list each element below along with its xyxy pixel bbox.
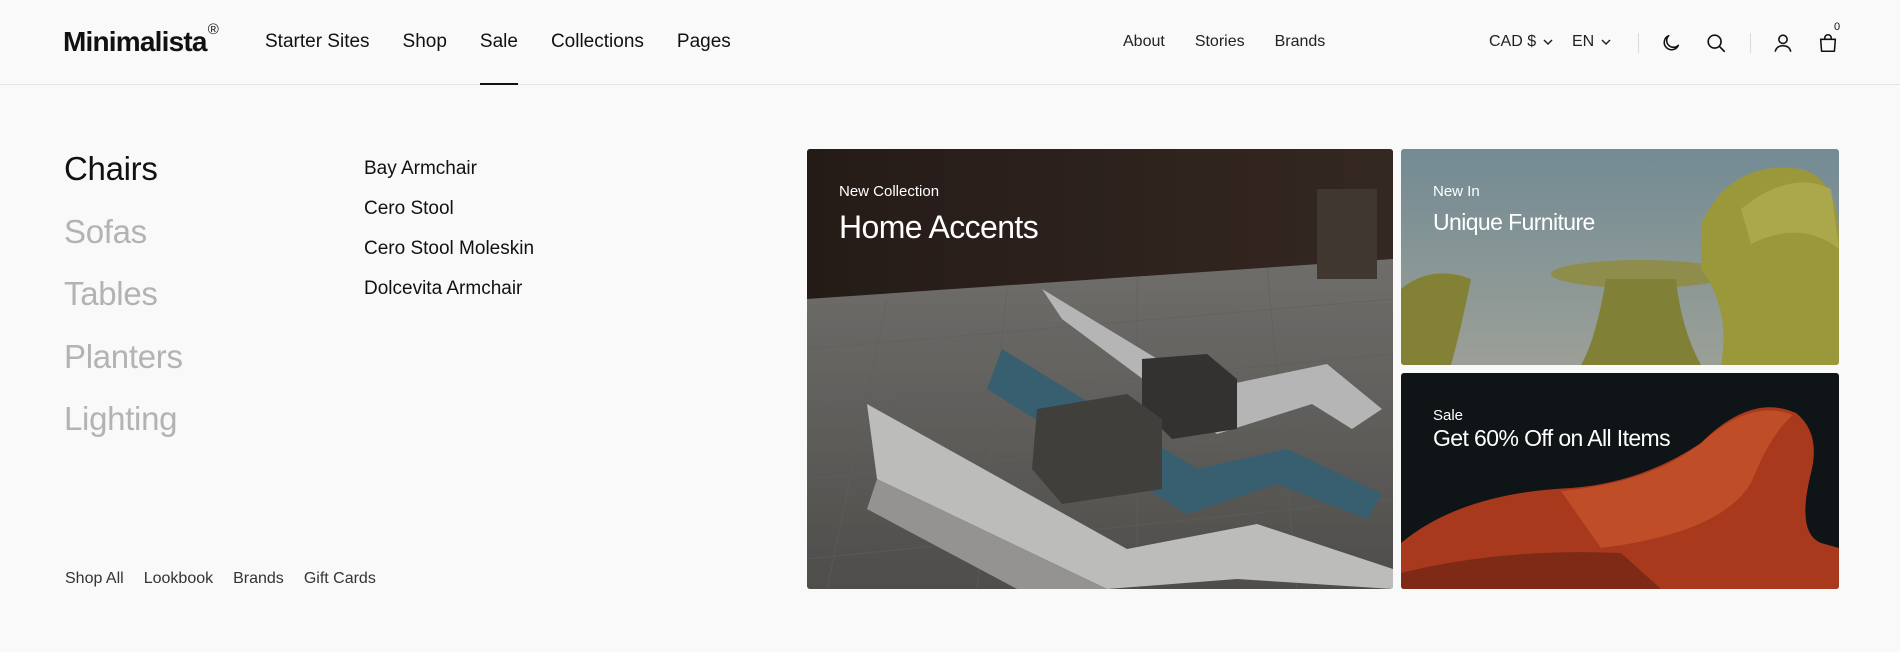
link-gift-cards[interactable]: Gift Cards	[304, 570, 376, 588]
site-header: Minimalista® Starter Sites Shop Sale Col…	[0, 0, 1900, 85]
product-link[interactable]: Dolcevita Armchair	[364, 278, 534, 318]
nav-about[interactable]: About	[1123, 33, 1165, 51]
menu-footer-links: Shop All Lookbook Brands Gift Cards	[65, 570, 376, 588]
category-chairs[interactable]: Chairs	[64, 150, 183, 213]
product-link[interactable]: Cero Stool	[364, 198, 534, 238]
product-link[interactable]: Cero Stool Moleskin	[364, 238, 534, 278]
account-icon[interactable]	[1772, 32, 1794, 54]
nav-pages[interactable]: Pages	[677, 31, 731, 85]
nav-brands[interactable]: Brands	[1275, 33, 1326, 51]
promo-image-olive-chairs	[1401, 149, 1839, 365]
promo-card-unique-furniture[interactable]: New In Unique Furniture	[1401, 149, 1839, 365]
nav-starter-sites[interactable]: Starter Sites	[265, 31, 370, 85]
cart-bag-icon[interactable]	[1817, 32, 1839, 54]
promo-image-orange-chair	[1401, 373, 1839, 589]
promo-title: Home Accents	[839, 209, 1039, 245]
header-divider	[1638, 33, 1639, 53]
nav-collections[interactable]: Collections	[551, 31, 644, 85]
product-list: Bay Armchair Cero Stool Cero Stool Moles…	[364, 158, 534, 318]
currency-value: CAD $	[1489, 33, 1537, 50]
promo-eyebrow: New Collection	[839, 183, 940, 200]
chevron-down-icon	[1601, 39, 1611, 46]
header-divider	[1750, 33, 1751, 53]
category-sofas[interactable]: Sofas	[64, 213, 183, 276]
currency-selector[interactable]: CAD $	[1489, 33, 1554, 51]
promo-eyebrow: New In	[1433, 183, 1480, 200]
language-selector[interactable]: EN	[1572, 33, 1612, 51]
category-lighting[interactable]: Lighting	[64, 400, 183, 463]
promo-card-sale[interactable]: Sale Get 60% Off on All Items	[1401, 373, 1839, 589]
secondary-nav: About Stories Brands	[1123, 33, 1325, 51]
promo-card-home-accents[interactable]: New Collection Home Accents	[807, 149, 1393, 589]
brand-logo[interactable]: Minimalista®	[63, 22, 219, 58]
cart-count-badge: 0	[1834, 21, 1841, 33]
category-list: Chairs Sofas Tables Planters Lighting	[64, 150, 183, 463]
link-brands[interactable]: Brands	[233, 570, 284, 588]
dark-mode-moon-icon[interactable]	[1660, 32, 1682, 54]
promo-eyebrow: Sale	[1433, 407, 1464, 424]
chevron-down-icon	[1543, 39, 1553, 46]
promo-title: Get 60% Off on All Items	[1433, 425, 1671, 451]
primary-nav: Starter Sites Shop Sale Collections Page…	[265, 31, 731, 85]
nav-stories[interactable]: Stories	[1195, 33, 1245, 51]
nav-sale[interactable]: Sale	[479, 31, 518, 85]
category-planters[interactable]: Planters	[64, 338, 183, 401]
language-value: EN	[1572, 33, 1595, 50]
promo-title: Unique Furniture	[1433, 209, 1595, 235]
nav-shop[interactable]: Shop	[403, 31, 447, 85]
product-link[interactable]: Bay Armchair	[364, 158, 534, 198]
link-shop-all[interactable]: Shop All	[65, 570, 124, 588]
search-icon[interactable]	[1705, 32, 1727, 54]
category-tables[interactable]: Tables	[64, 275, 183, 338]
link-lookbook[interactable]: Lookbook	[144, 570, 213, 588]
